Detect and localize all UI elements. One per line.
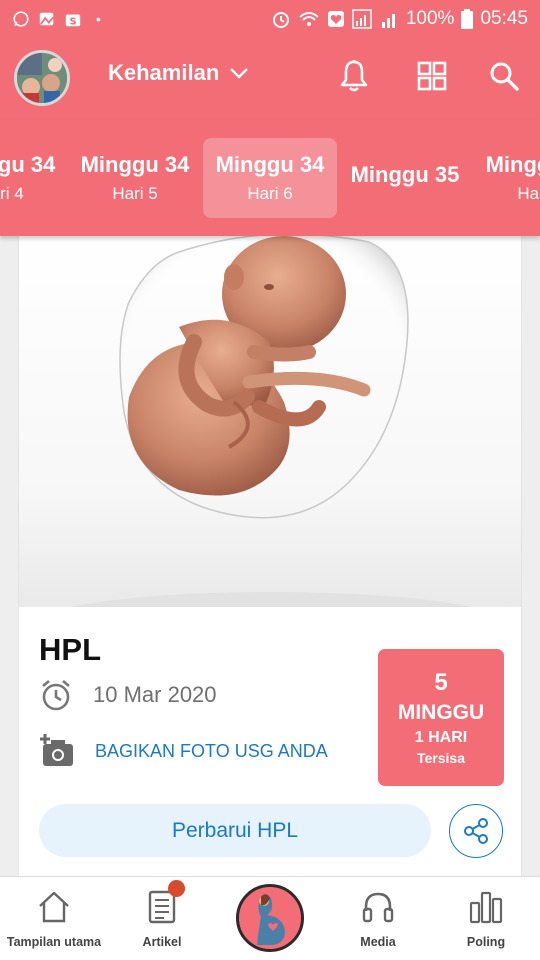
page-title: Kehamilan	[108, 60, 220, 85]
notification-dot: •	[96, 11, 101, 27]
remaining-number: 5	[434, 669, 448, 696]
app-bar: Kehamilan	[0, 38, 540, 120]
signal-icon	[352, 9, 372, 29]
bell-icon[interactable]	[336, 58, 372, 94]
nav-media[interactable]: Media	[324, 877, 432, 960]
clock: 05:45	[480, 8, 528, 29]
pregnancy-center-button[interactable]	[236, 884, 304, 952]
shop-icon: S	[65, 14, 81, 27]
gallery-icon	[39, 12, 54, 26]
nav-polls-label: Poling	[466, 935, 506, 949]
heart-box-icon	[327, 11, 344, 27]
headphones-icon	[362, 892, 394, 923]
nav-polls[interactable]: Poling	[432, 877, 540, 960]
pregnancy-dropdown[interactable]: Kehamilan	[108, 60, 249, 86]
tab-week-label: Minggu 34	[215, 152, 325, 177]
grid-icon[interactable]	[414, 58, 450, 94]
share-button[interactable]	[449, 804, 503, 858]
nav-home-label: Tampilan utama	[6, 935, 102, 949]
search-icon[interactable]	[486, 58, 522, 94]
wifi-icon	[299, 12, 319, 26]
remaining-days: 1 HARI	[414, 729, 468, 746]
tab-week-34-day-4[interactable]: Minggu 34 Hari 4	[0, 138, 68, 218]
fetus-image	[41, 233, 501, 652]
update-hpl-button[interactable]: Perbarui HPL	[39, 804, 431, 857]
alarm-icon	[272, 12, 289, 28]
due-date-row: 10 Mar 2020	[39, 678, 217, 712]
signal-bars-icon	[381, 14, 395, 28]
tab-week-34-day-5[interactable]: Minggu 34 Hari 5	[68, 138, 202, 218]
tab-week-label: Minggu 35	[350, 162, 460, 187]
family-photo-icon	[17, 53, 67, 103]
tab-week-label: Minggu 35	[485, 152, 540, 177]
due-date: 10 Mar 2020	[93, 682, 217, 707]
hpl-title: HPL	[39, 632, 101, 667]
nav-articles-label: Artikel	[142, 935, 182, 949]
nav-articles[interactable]: Artikel	[108, 877, 216, 960]
nav-home[interactable]: Tampilan utama	[0, 877, 108, 960]
tab-day-label: Hari 4	[0, 184, 24, 203]
tab-day-label: Hari 5	[112, 184, 158, 203]
chevron-down-icon	[230, 68, 249, 79]
share-icon	[464, 818, 488, 844]
remaining-time-badge: 5 MINGGU 1 HARI Tersisa	[378, 649, 504, 786]
remaining-unit: MINGGU	[397, 701, 485, 724]
tab-week-35[interactable]: Minggu 35	[338, 138, 472, 218]
status-bar: S • 100% 05:45	[0, 0, 540, 38]
battery-icon	[461, 9, 474, 29]
home-icon	[39, 891, 69, 923]
tab-day-label: Hari 6	[247, 184, 293, 203]
nav-media-label: Media	[360, 935, 396, 949]
alarm-clock-icon	[42, 680, 70, 711]
poll-chart-icon	[469, 891, 503, 924]
pregnancy-card: HPL 10 Mar 2020 BAGIKAN FOTO USG ANDA 5 …	[18, 232, 522, 882]
fetus-illustration	[19, 232, 521, 652]
remaining-label: Tersisa	[417, 750, 465, 766]
tab-week-34-day-6[interactable]: Minggu 34 Hari 6	[203, 138, 337, 218]
tab-week-label: Minggu 34	[0, 152, 56, 177]
week-day-tabs[interactable]: Minggu 34 Hari 4 Minggu 34 Hari 5 Minggu…	[0, 120, 540, 236]
tab-day-label: Hari 1	[517, 184, 540, 203]
avatar[interactable]	[14, 50, 70, 106]
tab-week-label: Minggu 34	[80, 152, 190, 177]
add-photo-icon	[40, 734, 73, 766]
share-ultrasound-link[interactable]: BAGIKAN FOTO USG ANDA	[95, 741, 328, 762]
notification-badge	[168, 880, 185, 897]
battery-percent: 100%	[405, 8, 455, 29]
tab-week-35-day-1[interactable]: Minggu 35 Hari 1	[473, 138, 540, 218]
svg-text:S: S	[69, 16, 76, 27]
whatsapp-icon	[13, 11, 29, 27]
share-ultrasound-row[interactable]: BAGIKAN FOTO USG ANDA	[39, 734, 328, 768]
pregnant-mother-icon	[239, 887, 301, 949]
